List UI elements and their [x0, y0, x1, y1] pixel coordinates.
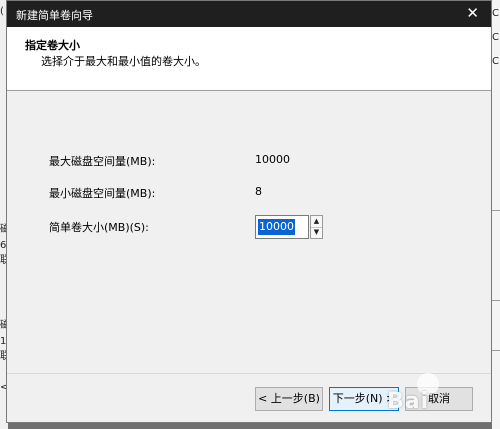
stepper-arrows[interactable]: ▲ ▼ [310, 215, 323, 239]
footer-divider [7, 373, 491, 374]
page-title: 指定卷大小 [25, 39, 80, 52]
volume-size-value[interactable]: 10000 [258, 219, 295, 235]
back-button[interactable]: < 上一步(B) [255, 387, 323, 411]
background-text: C [492, 56, 499, 67]
min-size-value: 8 [255, 185, 262, 198]
background-text: C [492, 8, 499, 19]
wizard-header: 指定卷大小 选择介于最大和最小值的卷大小。 [7, 27, 491, 91]
max-size-value: 10000 [255, 153, 290, 166]
baidu-watermark-logo: Bai [383, 373, 493, 421]
volume-size-label: 简单卷大小(MB)(S): [49, 221, 149, 234]
divider [492, 350, 500, 351]
page-subtitle: 选择介于最大和最小值的卷大小。 [41, 55, 206, 68]
close-icon[interactable]: ✕ [466, 4, 479, 22]
divider [492, 210, 500, 211]
volume-size-input[interactable]: 10000 [255, 215, 309, 239]
max-size-label: 最大磁盘空间量(MB): [49, 155, 156, 168]
title-bar: 新建简单卷向导 ✕ [7, 1, 491, 27]
divider [492, 300, 500, 301]
background-text: C [492, 32, 499, 43]
window-title: 新建简单卷向导 [16, 9, 93, 22]
watermark-text: Bai [387, 389, 430, 414]
min-size-label: 最小磁盘空间量(MB): [49, 187, 156, 200]
background-window-right: C C C [492, 0, 500, 429]
background-text: ( [0, 6, 4, 17]
new-simple-volume-wizard: 新建简单卷向导 ✕ 指定卷大小 选择介于最大和最小值的卷大小。 最大磁盘空间量(… [6, 0, 492, 423]
decrement-arrow-icon[interactable]: ▼ [311, 227, 322, 238]
volume-size-stepper[interactable]: 10000 ▲ ▼ [255, 215, 323, 239]
